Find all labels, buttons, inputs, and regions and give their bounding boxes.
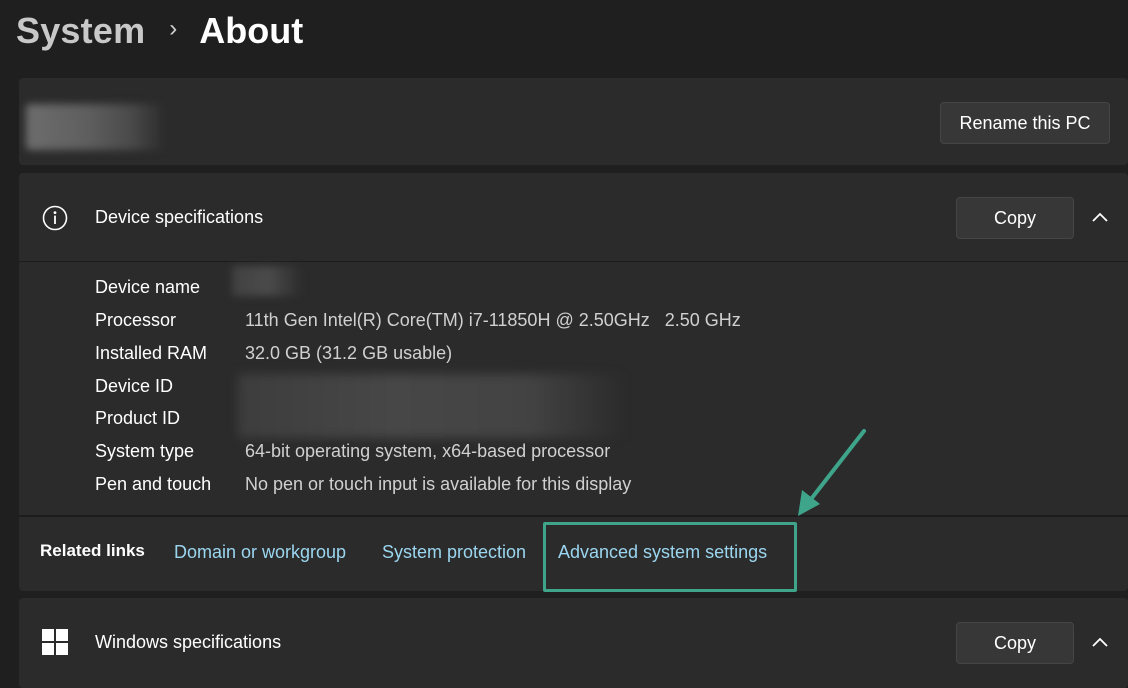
spec-value-ram: 32.0 GB (31.2 GB usable) (245, 343, 453, 363)
spec-value-pen-touch: No pen or touch input is available for t… (245, 474, 632, 494)
divider (19, 515, 1128, 517)
domain-or-workgroup-link[interactable]: Domain or workgroup (174, 542, 346, 563)
device-name-redacted (232, 266, 304, 296)
spec-label-system-type: System type (95, 441, 195, 461)
breadcrumb: System › About (16, 6, 303, 56)
related-links-label: Related links (40, 541, 145, 560)
rename-pc-button[interactable]: Rename this PC (940, 102, 1110, 144)
spec-label-pen-touch: Pen and touch (95, 474, 212, 494)
windows-specifications-title[interactable]: Windows specifications (95, 632, 281, 653)
device-specifications-title[interactable]: Device specifications (95, 207, 263, 228)
pc-name-redacted (26, 104, 166, 150)
spec-label-device-id: Device ID (95, 376, 174, 396)
windows-logo-icon (42, 629, 68, 655)
ids-redacted (238, 374, 626, 438)
breadcrumb-separator: › (169, 15, 178, 42)
spec-value-processor: 11th Gen Intel(R) Core(TM) i7-11850H @ 2… (245, 310, 741, 330)
breadcrumb-system[interactable]: System (16, 10, 145, 52)
page-title: About (199, 10, 304, 51)
arrow-icon (798, 429, 866, 516)
spec-label-ram: Installed RAM (95, 343, 208, 363)
chevron-up-icon[interactable] (1086, 203, 1114, 231)
spec-value-system-type: 64-bit operating system, x64-based proce… (245, 441, 611, 461)
info-icon (42, 205, 68, 231)
copy-windows-specs-button[interactable]: Copy (956, 622, 1074, 664)
divider (19, 261, 1128, 262)
spec-label-product-id: Product ID (95, 408, 181, 428)
spec-label-processor: Processor (95, 310, 177, 330)
system-protection-link[interactable]: System protection (382, 542, 526, 563)
spec-label-device-name: Device name (95, 277, 201, 297)
annotation-highlight-box (543, 522, 797, 592)
copy-device-specs-button[interactable]: Copy (956, 197, 1074, 239)
chevron-up-icon[interactable] (1086, 628, 1114, 656)
